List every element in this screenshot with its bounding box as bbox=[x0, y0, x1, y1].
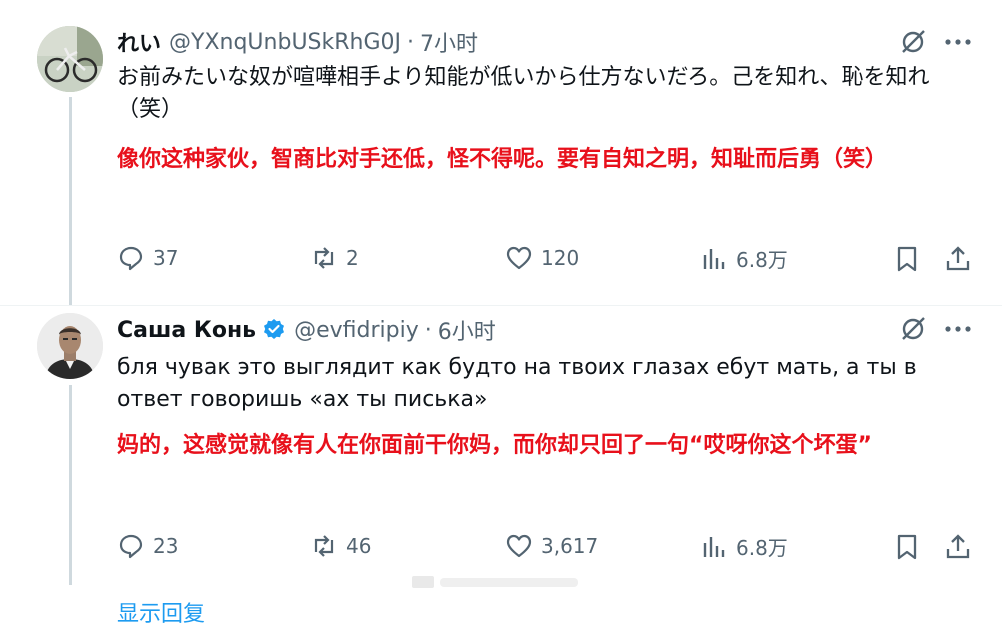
watermark-image bbox=[412, 576, 578, 588]
tweet-header: れい @YXnqUnbUSkRhG0J · 7小时 bbox=[117, 26, 478, 58]
timestamp[interactable]: 7小时 bbox=[420, 26, 478, 58]
tweet-text: お前みたいな奴が喧嘩相手より知能が低いから仕方ないだろ。己を知れ、恥を知れ（笑） bbox=[117, 65, 930, 122]
retweet-count: 46 bbox=[346, 534, 372, 558]
retweet-count: 2 bbox=[346, 246, 359, 270]
verified-badge-icon bbox=[262, 318, 286, 342]
show-more-replies-link[interactable]: 显示回复 bbox=[117, 596, 205, 628]
user-handle[interactable]: @evfidripiy bbox=[294, 318, 419, 343]
like-button[interactable]: 120 bbox=[505, 244, 579, 272]
views-count: 6.8万 bbox=[736, 536, 788, 560]
thread-line-bottom bbox=[69, 385, 72, 585]
tweet-translation: 像你这种家伙，智商比对手还低，怪不得呢。要有自知之明，知耻而后勇（笑） bbox=[117, 147, 888, 172]
grok-icon[interactable] bbox=[898, 27, 928, 57]
timestamp[interactable]: 6小时 bbox=[438, 314, 496, 346]
user-handle[interactable]: @YXnqUnbUSkRhG0J bbox=[169, 30, 401, 55]
share-icon[interactable] bbox=[943, 532, 973, 562]
reply-button[interactable]: 23 bbox=[117, 532, 178, 560]
display-name[interactable]: Саша Конь bbox=[117, 318, 256, 343]
heart-icon bbox=[506, 246, 532, 270]
views-count: 6.8万 bbox=[736, 248, 788, 272]
grok-icon[interactable] bbox=[898, 314, 928, 344]
retweet-icon bbox=[314, 535, 334, 557]
more-dots-icon[interactable] bbox=[943, 314, 973, 344]
separator-dot: · bbox=[407, 29, 415, 55]
avatar-portrait-image bbox=[37, 313, 103, 379]
thread-line-top bbox=[69, 97, 72, 305]
like-button[interactable]: 3,617 bbox=[505, 532, 598, 560]
display-name[interactable]: れい bbox=[117, 26, 161, 58]
views-icon bbox=[703, 248, 725, 269]
views-icon bbox=[703, 536, 725, 557]
retweet-button[interactable]: 2 bbox=[310, 244, 359, 272]
tweet-header: Саша Конь @evfidripiy · 6小时 bbox=[117, 314, 496, 346]
retweet-button[interactable]: 46 bbox=[310, 532, 371, 560]
heart-icon bbox=[506, 534, 532, 558]
avatar[interactable] bbox=[37, 313, 103, 379]
retweet-icon bbox=[314, 247, 334, 269]
reply-count: 23 bbox=[153, 534, 179, 558]
tweet-translation: 妈的，这感觉就像有人在你面前干你妈，而你却只回了一句“哎呀你这个坏蛋” bbox=[117, 433, 872, 458]
reply-button[interactable]: 37 bbox=[117, 244, 178, 272]
bookmark-icon[interactable] bbox=[892, 532, 922, 562]
views-button[interactable]: 6.8万 bbox=[700, 244, 788, 273]
reply-count: 37 bbox=[153, 246, 179, 270]
views-button[interactable]: 6.8万 bbox=[700, 532, 788, 561]
tweet-text: бля чувак это выглядит как будто на твои… bbox=[117, 355, 917, 412]
more-dots-icon[interactable] bbox=[943, 27, 973, 57]
reply-icon bbox=[119, 246, 143, 271]
avatar-bicycle-image bbox=[37, 26, 103, 92]
like-count: 3,617 bbox=[541, 534, 599, 558]
avatar[interactable] bbox=[37, 26, 103, 92]
separator-dot: · bbox=[424, 317, 432, 343]
share-icon[interactable] bbox=[943, 244, 973, 274]
tweet-divider bbox=[0, 305, 1002, 306]
reply-icon bbox=[119, 534, 143, 559]
like-count: 120 bbox=[541, 246, 580, 270]
bookmark-icon[interactable] bbox=[892, 244, 922, 274]
